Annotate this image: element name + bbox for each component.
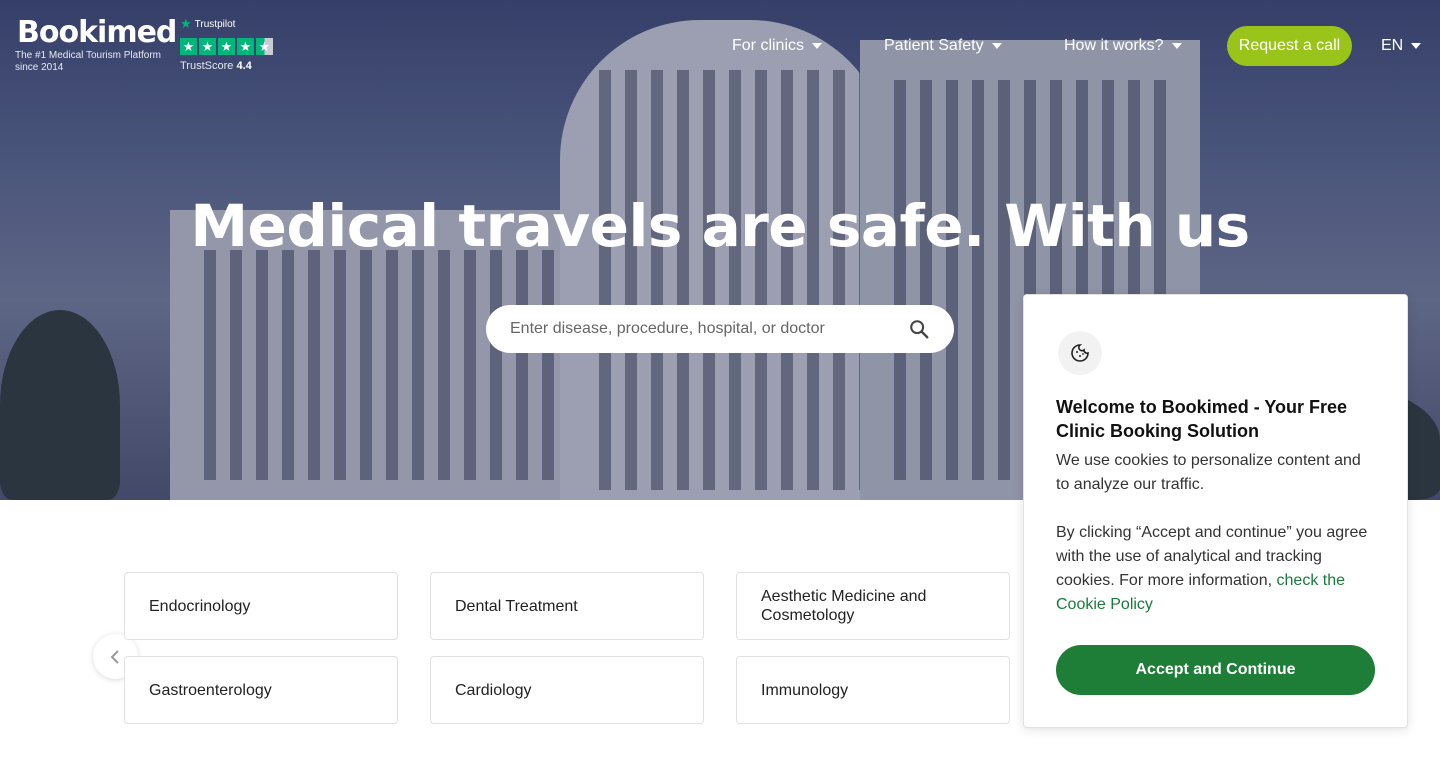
category-gastroenterology[interactable]: Gastroenterology — [124, 656, 398, 724]
trustpilot-star-icon: ★ — [180, 16, 192, 31]
nav-label: Patient Safety — [884, 37, 984, 54]
request-call-button[interactable]: Request a call — [1227, 26, 1352, 66]
nav-for-clinics[interactable]: For clinics — [732, 26, 823, 66]
bookimed-logo[interactable]: Bookimed The #1 Medical Tourism Platform… — [15, 15, 177, 74]
caret-down-icon — [1411, 43, 1422, 49]
logo-tagline: The #1 Medical Tourism Platform since 20… — [15, 50, 161, 73]
category-cardiology[interactable]: Cardiology — [430, 656, 704, 724]
trustpilot-brand-label: Trustpilot — [194, 18, 236, 30]
hero-title: Medical travels are safe. With us — [190, 192, 1250, 260]
rating-star-icon: ★ — [199, 38, 216, 55]
trustpilot-brand: ★ Trustpilot — [180, 16, 273, 32]
category-aesthetic-medicine[interactable]: Aesthetic Medicine and Cosmetology — [736, 572, 1010, 640]
nav-patient-safety[interactable]: Patient Safety — [884, 26, 1002, 66]
search-icon[interactable] — [908, 318, 930, 340]
language-selector[interactable]: EN — [1381, 26, 1422, 66]
accept-cookies-button[interactable]: Accept and Continue — [1056, 645, 1375, 695]
trustscore-value: 4.4 — [236, 60, 252, 72]
cookie-text-2: By clicking “Accept and continue” you ag… — [1056, 521, 1378, 617]
caret-down-icon — [812, 43, 823, 49]
search-input[interactable] — [510, 320, 908, 338]
category-immunology[interactable]: Immunology — [736, 656, 1010, 724]
trustpilot-rating-stars: ★ ★ ★ ★ ★ — [180, 38, 273, 55]
cookie-text-1: We use cookies to personalize content an… — [1056, 452, 1361, 493]
trustscore-label: TrustScore — [180, 60, 234, 72]
rating-star-icon: ★ — [218, 38, 235, 55]
caret-down-icon — [991, 43, 1002, 49]
chevron-left-icon — [110, 649, 119, 664]
category-dental-treatment[interactable]: Dental Treatment — [430, 572, 704, 640]
trustpilot-widget[interactable]: ★ Trustpilot ★ ★ ★ ★ ★ TrustScore 4.4 — [180, 16, 273, 72]
nav-label: How it works? — [1064, 37, 1164, 54]
trustscore: TrustScore 4.4 — [180, 60, 273, 72]
language-label: EN — [1381, 37, 1404, 54]
cookie-consent-dialog: Welcome to Bookimed - Your Free Clinic B… — [1023, 294, 1408, 728]
search-bar[interactable] — [486, 305, 954, 353]
rating-half-star-icon: ★ — [256, 38, 273, 55]
category-endocrinology[interactable]: Endocrinology — [124, 572, 398, 640]
rating-star-icon: ★ — [180, 38, 197, 55]
cookie-title: Welcome to Bookimed - Your Free Clinic B… — [1056, 397, 1348, 441]
cookie-body: We use cookies to personalize content an… — [1056, 449, 1378, 641]
caret-down-icon — [1171, 43, 1182, 49]
logo-wordmark: Bookimed — [17, 15, 177, 50]
rating-star-icon: ★ — [237, 38, 254, 55]
nav-how-it-works[interactable]: How it works? — [1064, 26, 1182, 66]
cookie-icon — [1058, 331, 1102, 375]
nav-label: For clinics — [732, 37, 805, 54]
